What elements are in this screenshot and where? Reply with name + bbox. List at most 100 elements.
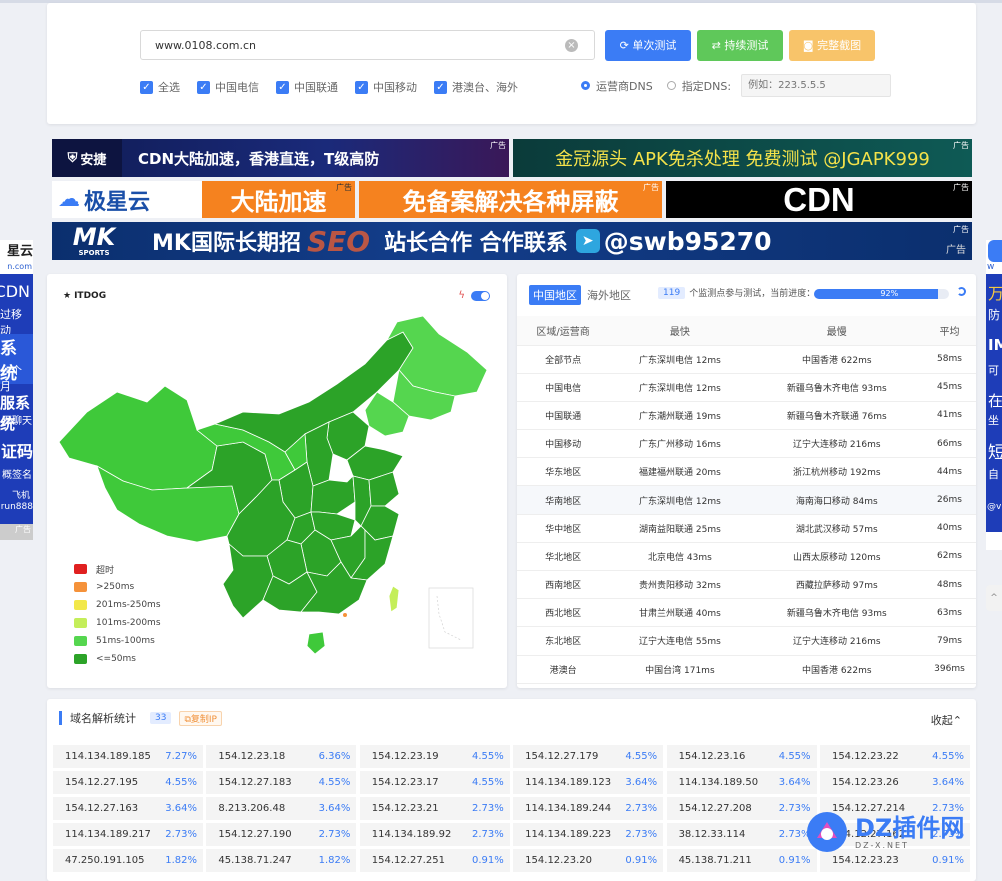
radio-operator-dns[interactable] [581, 81, 590, 90]
tab-overseas[interactable]: 海外地区 [587, 287, 631, 303]
dns-ip-address: 45.138.71.247 [218, 855, 292, 866]
dns-ip-item[interactable]: 154.12.27.190 2.73% [206, 823, 357, 846]
dns-ip-item[interactable]: 114.134.189.123 3.64% [513, 771, 664, 794]
table-cell: 西藏拉萨移动 97ms [750, 570, 923, 600]
node-count-badge: 119 [658, 286, 686, 299]
table-cell: 中国电信 [517, 373, 610, 402]
table-row: 东北地区 辽宁大连电信 55ms 辽宁大连移动 216ms 79ms [517, 626, 976, 656]
back-to-top-button[interactable]: ^ [986, 585, 1002, 611]
right-side-ad[interactable]: w 万 防 IM 可 在 坐 短 自 @v [986, 240, 1002, 550]
table-cell: 广东潮州联通 19ms [609, 401, 751, 431]
collapse-button[interactable]: 收起⌃ [931, 712, 962, 728]
clear-icon[interactable]: × [565, 39, 578, 52]
dns-ip-item[interactable]: 114.134.189.92 2.73% [359, 823, 510, 846]
region-hongkong [343, 613, 347, 617]
ad-banner-mk[interactable]: MK SPORTS MK国际长期招 SEO 站长合作 合作联系 ➤ @swb952… [52, 222, 972, 260]
ad-banner-nobeian[interactable]: 免备案解决各种屏蔽 广告 [359, 181, 662, 218]
table-cell: 广东深圳电信 12ms [609, 373, 751, 402]
dns-stats-title: 域名解析统计 [70, 712, 136, 725]
dns-ip-item[interactable]: 154.12.27.163 3.64% [53, 797, 203, 820]
node-count: 119 个监测点参与测试，当前进度： [658, 286, 815, 299]
right-ad-text: 短 [988, 443, 1002, 463]
dns-ip-item[interactable]: 38.12.33.114 2.73% [666, 823, 817, 846]
dns-ip-address: 114.134.189.50 [678, 777, 759, 788]
ad-text: 大陆加速 [202, 181, 355, 218]
dns-ip-percent: 2.73% [318, 829, 351, 840]
dns-ip-item[interactable]: 154.12.27.195 4.55% [53, 771, 203, 794]
dns-ip-address: 154.12.23.20 [525, 855, 592, 866]
full-screenshot-button[interactable]: ◙ 完整截图 [789, 30, 875, 61]
dns-ip-item[interactable]: 45.138.71.247 1.82% [206, 849, 357, 872]
checkbox-label: 中国联通 [294, 81, 338, 94]
left-ad-text: 页聊天 [2, 416, 32, 427]
checkbox-all[interactable]: ✓ 全选 [140, 79, 180, 95]
dns-ip-item[interactable]: 154.12.27.251 0.91% [359, 849, 510, 872]
single-test-button[interactable]: ⟳ 单次测试 [605, 30, 691, 61]
legend-swatch [74, 636, 87, 646]
tab-china[interactable]: 中国地区 [529, 285, 581, 305]
dns-ip-item[interactable]: 154.12.23.22 4.55% [819, 745, 970, 768]
continuous-test-button[interactable]: ⇄ 持续测试 [697, 30, 783, 61]
dns-ip-item[interactable]: 154.12.27.183 4.55% [206, 771, 357, 794]
dns-ip-item[interactable]: 114.134.189.217 2.73% [53, 823, 203, 846]
legend-label: <=50ms [96, 654, 136, 664]
table-cell: 西北地区 [517, 598, 610, 628]
ad-banner-jingguan[interactable]: 金冠源头 APK免杀处理 免费测试 @JGAPK999 广告 [513, 139, 972, 177]
dns-ip-address: 154.12.23.18 [218, 751, 286, 762]
left-side-ad[interactable]: 星云 n.com CDN 过移动 系统 一个月 服系统 页聊天 证码 概签名 飞… [0, 240, 33, 540]
dns-ip-item[interactable]: 154.12.23.26 3.64% [819, 771, 970, 794]
table-cell: 广东广州移动 16ms [609, 429, 751, 459]
dns-ip-item[interactable]: 114.134.189.223 2.73% [513, 823, 664, 846]
dns-ip-percent: 0.91% [778, 855, 811, 866]
checkbox-unicom[interactable]: ✓ 中国联通 [276, 79, 338, 95]
dns-ip-item[interactable]: 154.12.23.20 0.91% [513, 849, 664, 872]
dns-ip-percent: 3.64% [318, 803, 351, 814]
dns-ip-item[interactable]: 154.12.23.17 4.55% [359, 771, 510, 794]
table-cell: 中国香港 622ms [750, 345, 923, 374]
legend-item: >250ms [74, 578, 161, 596]
right-ad-text: w [987, 262, 995, 272]
dns-ip-address: 154.12.23.16 [678, 751, 746, 762]
dns-ip-item[interactable]: 154.12.23.18 6.36% [206, 745, 357, 768]
left-ad-text: 飞机 [11, 491, 30, 501]
dns-ip-item[interactable]: 114.134.189.185 7.27% [53, 745, 203, 768]
continuous-test-label: 持续测试 [724, 39, 769, 52]
table-cell: 63ms [923, 598, 976, 628]
dns-ip-item[interactable]: 114.134.189.50 3.64% [666, 771, 817, 794]
checkbox-overseas[interactable]: ✓ 港澳台、海外 [434, 79, 518, 95]
dns-ip-percent: 4.55% [778, 751, 811, 762]
ad-banner-anjie[interactable]: ⛨ 安捷 CDN大陆加速，香港直连，T级高防 广告 [52, 139, 509, 177]
url-input[interactable] [140, 30, 595, 60]
dns-options: 运营商DNS 指定DNS: [581, 74, 892, 97]
loading-spinner-icon [957, 287, 966, 296]
checkbox-mobile[interactable]: ✓ 中国移动 [355, 79, 417, 95]
dns-ip-percent: 4.55% [165, 777, 197, 788]
table-cell: 广东深圳电信 12ms [609, 345, 751, 374]
table-row: 西南地区 贵州贵阳移动 32ms 西藏拉萨移动 97ms 48ms [517, 570, 976, 600]
dns-ip-item[interactable]: 154.12.23.21 2.73% [359, 797, 510, 820]
table-cell: 辽宁大连移动 216ms [750, 429, 923, 459]
dns-ip-item[interactable]: 8.213.206.48 3.64% [206, 797, 357, 820]
checkbox-label: 全选 [158, 81, 180, 94]
checkbox-telecom[interactable]: ✓ 中国电信 [197, 79, 259, 95]
copy-ip-button[interactable]: ⧉复制IP [179, 710, 222, 726]
table-row: 华中地区 湖南益阳联通 25ms 湖北武汉移动 57ms 40ms [517, 514, 976, 543]
radio-custom-dns[interactable] [666, 81, 676, 90]
custom-dns-input[interactable] [741, 74, 892, 97]
ad-banner-jixingyun[interactable]: ☁ 极星云 大陆加速 广告 [52, 181, 355, 218]
ad-banner-cdn[interactable]: CDN 广告 [666, 181, 972, 218]
dns-ip-item[interactable]: 114.134.189.244 2.73% [513, 797, 664, 820]
dns-ip-percent: 4.55% [318, 777, 351, 788]
dns-ip-item[interactable]: 154.12.23.19 4.55% [359, 745, 510, 768]
dns-ip-item[interactable]: 47.250.191.105 1.82% [53, 849, 203, 872]
column-header: 区域/运营商 [517, 316, 610, 346]
right-ad-text: 防 [988, 308, 1001, 322]
dns-ip-item[interactable]: 45.138.71.211 0.91% [666, 849, 817, 872]
dns-stats-header: 域名解析统计 33 ⧉复制IP [59, 710, 222, 726]
dns-ip-item[interactable]: 154.12.23.16 4.55% [666, 745, 817, 768]
dns-ip-item[interactable]: 154.12.27.208 2.73% [666, 797, 817, 820]
checkmark-icon: ✓ [355, 80, 368, 94]
dns-ip-item[interactable]: 154.12.27.179 4.55% [513, 745, 664, 768]
anjie-brand: 安捷 [80, 152, 107, 168]
section-marker [59, 711, 62, 725]
